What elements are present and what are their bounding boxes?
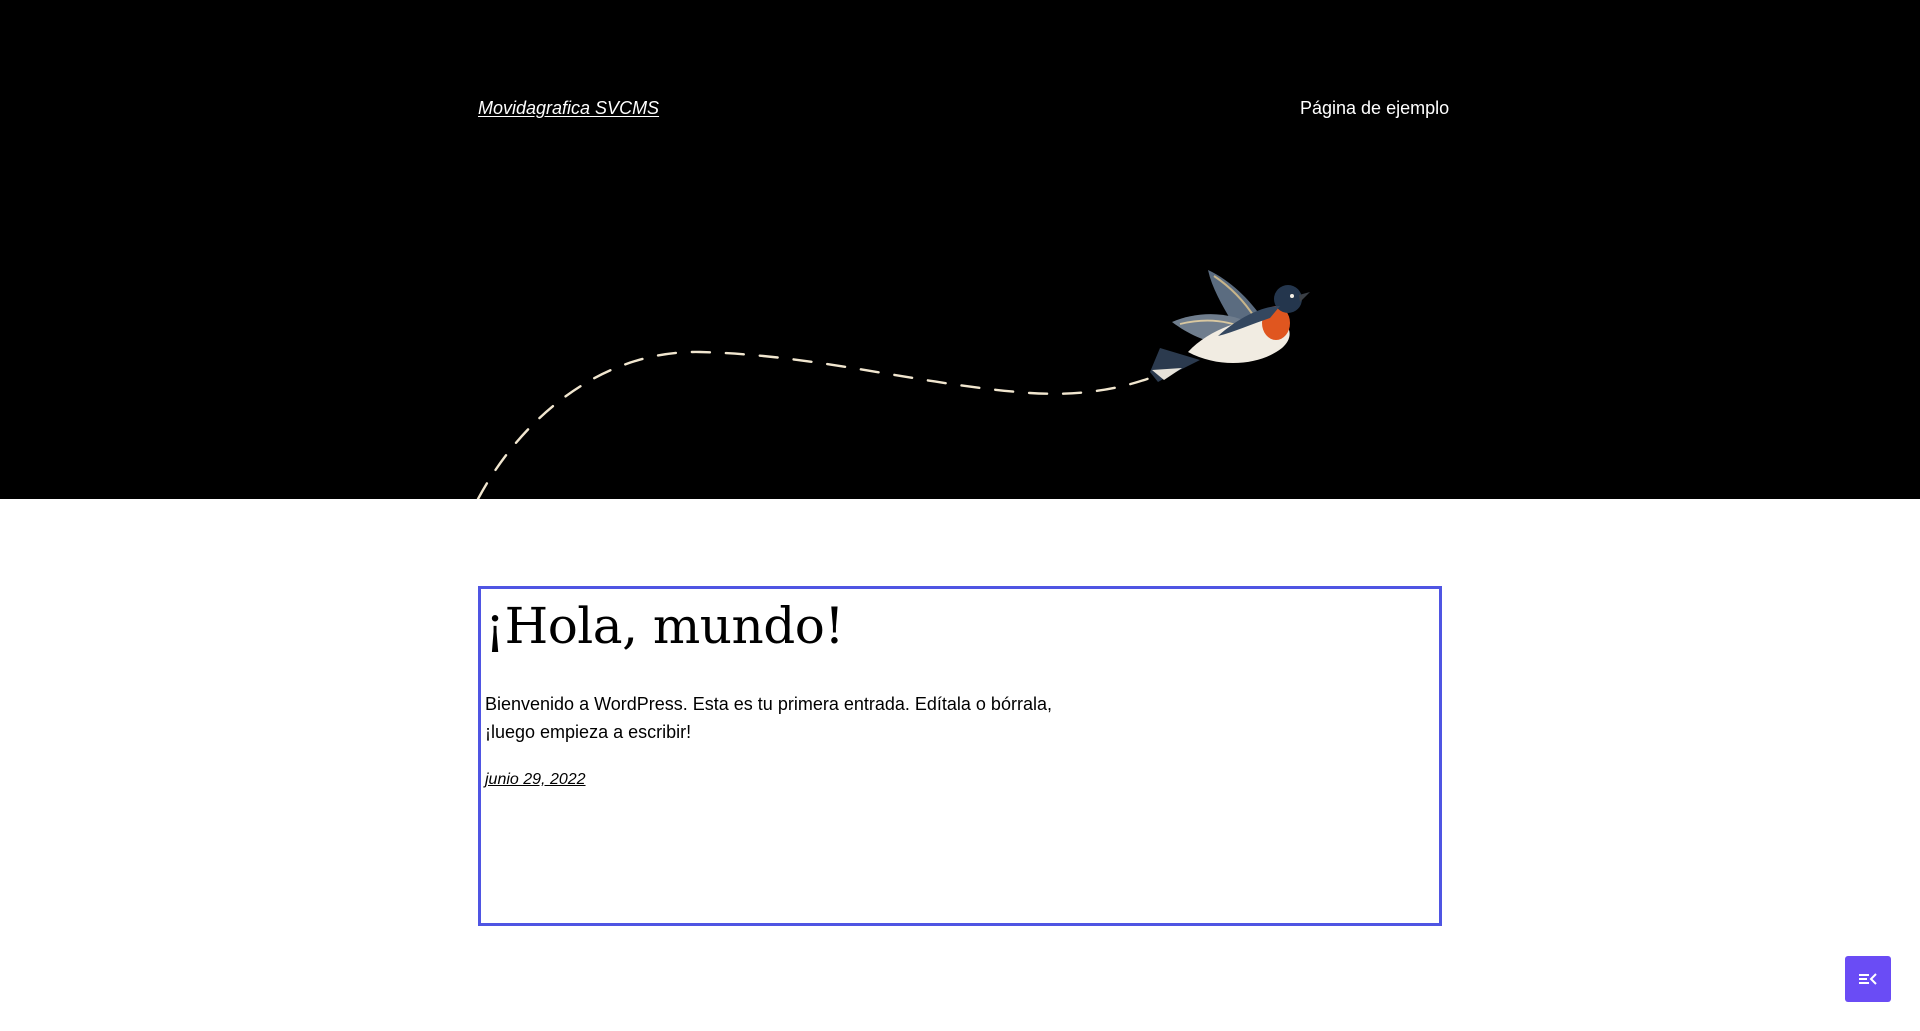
post-title[interactable]: ¡Hola, mundo! [485,597,844,655]
dashed-flight-path [476,350,1152,499]
site-title-link[interactable]: Movidagrafica SVCMS [478,98,659,119]
bird-icon [1150,270,1310,382]
post-excerpt: Bienvenido a WordPress. Esta es tu prime… [485,694,1052,742]
hero-illustration [476,270,1310,499]
selected-post-block[interactable]: ¡Hola, mundo! Bienvenido a WordPress. Es… [478,586,1442,926]
site-header: Movidagrafica SVCMS Página de ejemplo [0,0,1920,499]
post-date[interactable]: junio 29, 2022 [485,771,586,789]
list-view-icon [1859,973,1877,985]
list-view-button[interactable] [1845,956,1891,1002]
nav-link-sample-page[interactable]: Página de ejemplo [1300,98,1449,119]
